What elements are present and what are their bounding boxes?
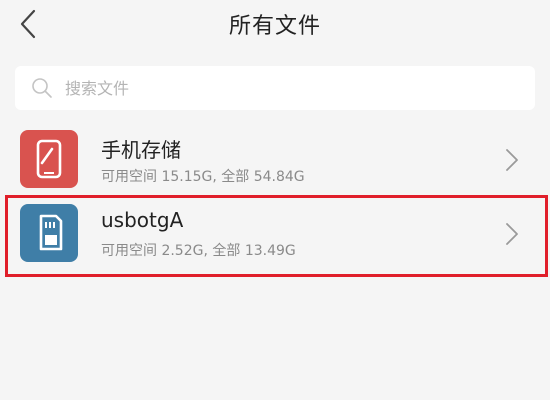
top-bar: 所有文件: [0, 0, 550, 50]
storage-item-phone[interactable]: 手机存储 可用空间 15.15G, 全部 54.84G: [0, 120, 550, 202]
sd-card-icon: [39, 214, 63, 251]
search-input[interactable]: [63, 77, 507, 99]
storage-item-usbotg[interactable]: usbotgA 可用空间 2.52G, 全部 13.49G: [0, 194, 550, 276]
chevron-right-icon: [506, 149, 518, 171]
storage-item-detail: 可用空间 15.15G, 全部 54.84G: [101, 169, 305, 185]
storage-item-name: usbotgA: [101, 208, 184, 232]
phone-storage-icon-tile: [20, 130, 78, 188]
usb-storage-icon-tile: [20, 204, 78, 262]
phone-icon: [36, 139, 62, 179]
storage-item-name: 手机存储: [101, 138, 181, 162]
page-title: 所有文件: [228, 14, 321, 39]
search-box[interactable]: [15, 66, 535, 110]
storage-item-detail: 可用空间 2.52G, 全部 13.49G: [101, 243, 296, 259]
chevron-right-icon: [506, 223, 518, 245]
search-icon: [32, 78, 52, 98]
